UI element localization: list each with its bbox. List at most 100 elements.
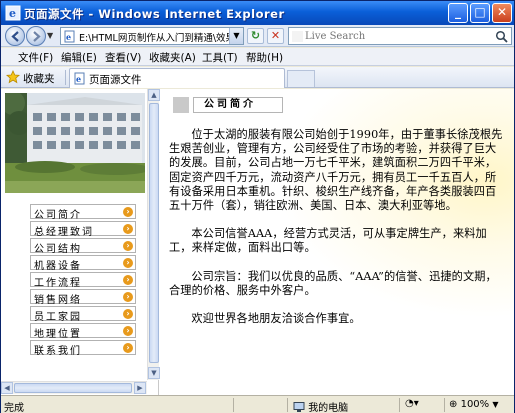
zoom-control[interactable]: ⊕ 100% ▼ [449, 399, 499, 410]
protected-mode-icon[interactable]: ◔▾ [405, 398, 419, 409]
article-paragraph: 本公司信誉AAA，经营方式灵活，可从事定牌生产，来料加工，来样定做，面料出口等。 [169, 227, 487, 255]
maximize-icon: □ [474, 5, 486, 19]
address-dropdown-icon[interactable]: ▼ [229, 28, 243, 44]
arrow-right-icon: › [123, 207, 133, 217]
nav-item-label: 联系我们 [34, 346, 82, 357]
forward-button[interactable] [26, 26, 46, 46]
address-url[interactable]: E:\HTML网页制作从入门到精通\效果 [79, 30, 229, 44]
browser-window: e 页面源文件 - Windows Internet Explorer _ □ … [0, 0, 515, 413]
section-title: 公司简介 [193, 97, 283, 113]
arrow-right-icon: › [123, 292, 133, 302]
forward-arrow-icon [33, 31, 41, 42]
menu-file[interactable]: 文件(F) [18, 50, 53, 65]
nav-item-label: 员工家园 [34, 312, 82, 323]
ie-icon: e [5, 5, 21, 21]
minimize-icon: _ [455, 5, 461, 19]
scroll-right-icon[interactable]: ▶ [134, 382, 146, 394]
refresh-button[interactable]: ↻ [247, 28, 264, 44]
article-body: 位于太湖的服装有限公司始创于1990年，由于董事长徐茂根先生艰苦创业，管理有方，… [169, 128, 505, 340]
favorites-star-icon[interactable] [6, 70, 20, 84]
new-tab-button[interactable] [287, 70, 315, 87]
nav-item[interactable]: 公司简介 › [30, 204, 136, 221]
nav-item[interactable]: 员工家园 › [30, 306, 136, 323]
page-icon: e [64, 30, 75, 43]
arrow-right-icon: › [123, 275, 133, 285]
left-horizontal-scrollbar[interactable]: ◀ ▶ [1, 381, 147, 394]
nav-item[interactable]: 地理位置 › [30, 323, 136, 340]
nav-item[interactable]: 联系我们 › [30, 340, 136, 357]
page-content: 公司简介 › 总经理致词 › 公司结构 › 机器设备 › 工作流程 › 销售网络 › 员工家… [1, 89, 514, 395]
left-vertical-scrollbar[interactable]: ▲ ▼ [147, 89, 160, 380]
nav-item[interactable]: 销售网络 › [30, 289, 136, 306]
menu-tools[interactable]: 工具(T) [202, 50, 238, 65]
status-divider [444, 398, 445, 412]
back-button[interactable] [5, 26, 25, 46]
zoom-level: 100% [460, 399, 490, 410]
header-square-icon [173, 97, 189, 113]
security-zone[interactable]: 我的电脑 [293, 399, 348, 413]
svg-text:e: e [66, 32, 71, 42]
nav-item-label: 公司简介 [34, 210, 82, 221]
maximize-button[interactable]: □ [470, 3, 490, 23]
svg-text:e: e [9, 7, 16, 20]
right-frame: 公司简介 位于太湖的服装有限公司始创于1990年，由于董事长徐茂根先生艰苦创业，… [161, 89, 514, 395]
article-paragraph: 欢迎世界各地朋友洽谈合作事宜。 [191, 312, 361, 326]
left-frame: 公司简介 › 总经理致词 › 公司结构 › 机器设备 › 工作流程 › 销售网络 › 员工家… [1, 89, 160, 395]
scroll-down-icon[interactable]: ▼ [148, 367, 160, 379]
scroll-left-icon[interactable]: ◀ [1, 382, 13, 394]
nav-item[interactable]: 工作流程 › [30, 272, 136, 289]
scroll-thumb[interactable] [14, 383, 132, 393]
menu-bar: 文件(F) 编辑(E) 查看(V) 收藏夹(A) 工具(T) 帮助(H) [1, 48, 514, 66]
address-bar[interactable]: e E:\HTML网页制作从入门到精通\效果 ▼ [60, 27, 244, 45]
side-nav: 公司简介 › 总经理致词 › 公司结构 › 机器设备 › 工作流程 › 销售网络 › 员工家… [30, 204, 136, 357]
article-paragraph: 位于太湖的服装有限公司始创于1990年，由于董事长徐茂根先生艰苦创业，管理有方，… [169, 128, 503, 213]
stop-icon: ✕ [270, 29, 281, 42]
status-divider [233, 398, 234, 412]
tab-page-source[interactable]: e 页面源文件 [69, 68, 285, 88]
stop-button[interactable]: ✕ [267, 28, 284, 44]
nav-item-label: 销售网络 [34, 295, 82, 306]
close-icon: ✕ [496, 5, 508, 19]
arrow-right-icon: › [123, 224, 133, 234]
menu-edit[interactable]: 编辑(E) [61, 50, 97, 65]
address-toolbar: ▼ e E:\HTML网页制作从入门到精通\效果 ▼ ↻ ✕ [1, 25, 514, 47]
menu-help[interactable]: 帮助(H) [246, 50, 283, 65]
nav-item[interactable]: 机器设备 › [30, 255, 136, 272]
page-icon: e [74, 72, 85, 85]
favorites-button[interactable]: 收藏夹 [23, 71, 55, 86]
nav-item-label: 工作流程 [34, 278, 82, 289]
search-field[interactable] [288, 27, 512, 45]
live-search-logo-icon [292, 31, 303, 42]
nav-item-label: 公司结构 [34, 244, 82, 255]
status-bar: 完成 我的电脑 ◔▾ ⊕ 100% ▼ [1, 395, 514, 413]
zoom-dropdown-icon: ▼ [492, 400, 499, 409]
scroll-up-icon[interactable]: ▲ [148, 89, 160, 101]
arrow-right-icon: › [123, 343, 133, 353]
search-icon[interactable] [495, 30, 508, 43]
minimize-button[interactable]: _ [448, 3, 468, 23]
status-divider [287, 398, 288, 412]
menu-favorites[interactable]: 收藏夹(A) [149, 50, 196, 65]
history-dropdown-icon[interactable]: ▼ [47, 31, 53, 40]
title-bar[interactable]: e 页面源文件 - Windows Internet Explorer _ □ … [1, 1, 514, 25]
nav-item[interactable]: 总经理致词 › [30, 221, 136, 238]
computer-icon [293, 402, 305, 412]
zoom-icon: ⊕ [449, 399, 458, 410]
nav-item-label: 总经理致词 [34, 227, 94, 238]
svg-text:e: e [76, 74, 81, 84]
status-text: 完成 [4, 403, 24, 413]
arrow-right-icon: › [123, 309, 133, 319]
scroll-thumb[interactable] [149, 103, 159, 363]
search-input[interactable] [305, 29, 485, 43]
arrow-right-icon: › [123, 326, 133, 336]
arrow-right-icon: › [123, 258, 133, 268]
back-arrow-icon [11, 31, 19, 42]
close-button[interactable]: ✕ [492, 3, 512, 23]
toolbar-divider [65, 70, 66, 85]
tab-label: 页面源文件 [89, 74, 142, 86]
menu-view[interactable]: 查看(V) [105, 50, 141, 65]
zone-label: 我的电脑 [308, 403, 349, 413]
refresh-icon: ↻ [250, 29, 261, 42]
nav-item[interactable]: 公司结构 › [30, 238, 136, 255]
nav-item-label: 机器设备 [34, 261, 82, 272]
